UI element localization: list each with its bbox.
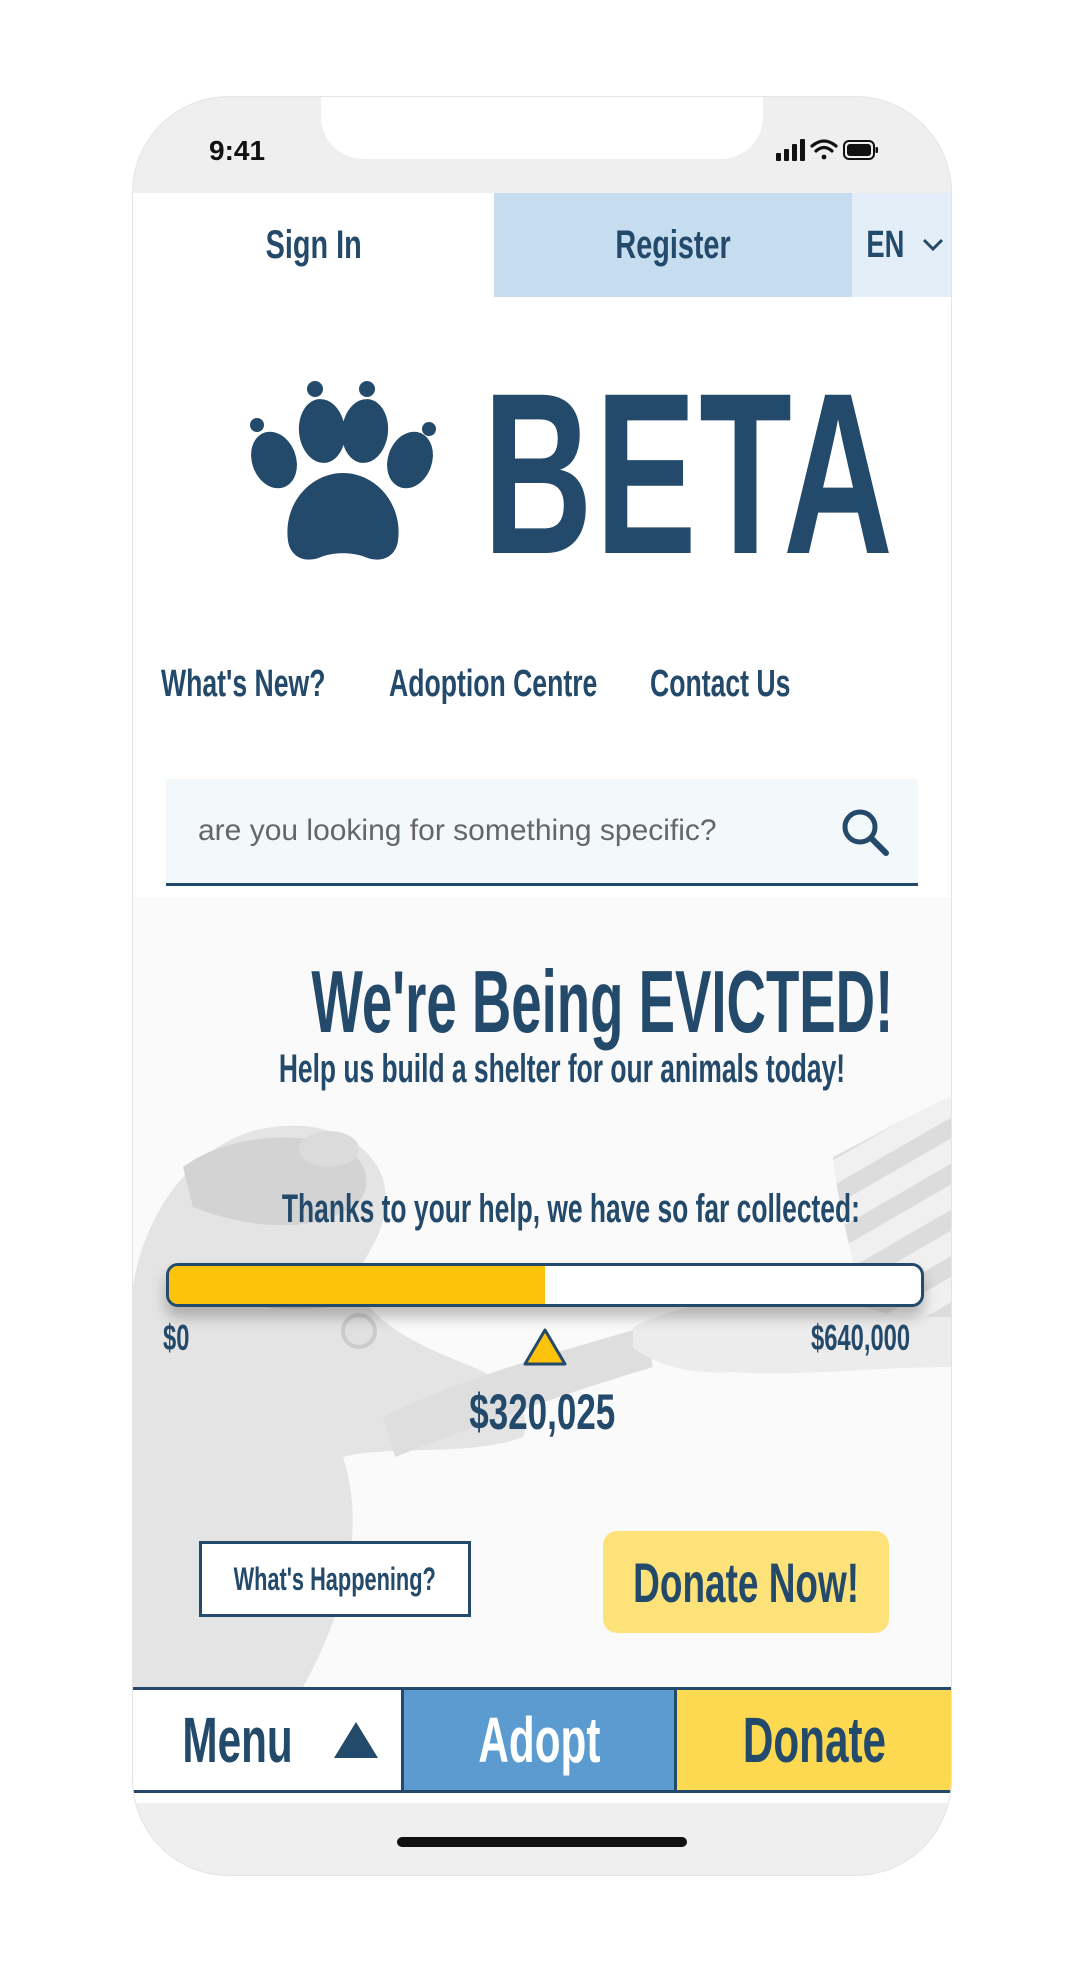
progress-max-label: $640,000: [811, 1317, 911, 1358]
donate-button[interactable]: Donate: [677, 1690, 951, 1790]
account-bar: Sign In Register EN: [133, 193, 951, 297]
search-icon[interactable]: [836, 803, 896, 863]
sign-in-label: Sign In: [265, 222, 362, 267]
progress-label-wrap: Thanks to your help, we have so far coll…: [133, 1187, 951, 1232]
wifi-icon: [810, 139, 838, 160]
campaign-subtitle-wrap: Help us build a shelter for our animals …: [133, 1047, 951, 1092]
progress-label: Thanks to your help, we have so far coll…: [281, 1187, 860, 1231]
cellular-signal-icon: [776, 139, 805, 161]
menu-label: Menu: [182, 1704, 294, 1776]
donate-label: Donate: [742, 1704, 886, 1776]
main-nav: What's New? Adoption Centre Contact Us: [133, 663, 951, 723]
progress-min-label: $0: [163, 1317, 190, 1358]
sign-in-button[interactable]: Sign In: [133, 193, 494, 297]
brand-logo[interactable]: BETA: [243, 359, 893, 593]
menu-button[interactable]: Menu: [133, 1690, 404, 1790]
battery-icon: [843, 140, 878, 160]
status-time: 9:41: [209, 135, 266, 166]
chevron-down-icon: [922, 238, 943, 252]
whats-happening-button[interactable]: What's Happening?: [199, 1541, 471, 1617]
triangle-marker-icon: [523, 1328, 567, 1366]
nav-contact-us[interactable]: Contact Us: [650, 663, 790, 706]
triangle-up-icon: [333, 1722, 378, 1758]
bottom-nav: Menu Adopt Donate: [133, 1687, 951, 1793]
donate-now-label: Donate Now!: [633, 1550, 859, 1614]
paw-icon: [250, 381, 436, 560]
register-button[interactable]: Register: [494, 193, 852, 297]
search-bar: [166, 779, 918, 886]
nav-whats-new[interactable]: What's New?: [161, 663, 325, 706]
home-indicator[interactable]: [397, 1837, 687, 1847]
phone-frame: 9:41 Sign In Register EN BETA What's New…: [133, 97, 951, 1875]
nav-adoption-centre[interactable]: Adoption Centre: [389, 663, 597, 706]
campaign-title-wrap: We're Being EVICTED!: [133, 951, 951, 1053]
app-screen: Sign In Register EN BETA What's New? Ado…: [133, 193, 951, 1803]
notch: [321, 97, 763, 159]
campaign-subtitle: Help us build a shelter for our animals …: [278, 1047, 846, 1091]
campaign-title: We're Being EVICTED!: [311, 952, 894, 1051]
fundraising-progress-bar: [166, 1263, 924, 1307]
current-amount: $320,025: [469, 1384, 615, 1440]
adopt-label: Adopt: [478, 1704, 600, 1776]
language-selector[interactable]: EN: [852, 193, 951, 297]
register-label: Register: [615, 222, 731, 267]
donate-now-button[interactable]: Donate Now!: [603, 1531, 889, 1633]
progress-fill: [169, 1266, 545, 1304]
language-label: EN: [866, 223, 905, 266]
whats-happening-label: What's Happening?: [233, 1560, 437, 1597]
search-input[interactable]: [198, 809, 798, 853]
status-bar: 9:41: [133, 97, 951, 193]
current-amount-wrap: $320,025: [133, 1383, 951, 1441]
adopt-button[interactable]: Adopt: [404, 1690, 677, 1790]
status-icons: [776, 139, 878, 161]
campaign-banner: We're Being EVICTED! Help us build a she…: [133, 897, 951, 1687]
brand-name: BETA: [483, 345, 896, 602]
